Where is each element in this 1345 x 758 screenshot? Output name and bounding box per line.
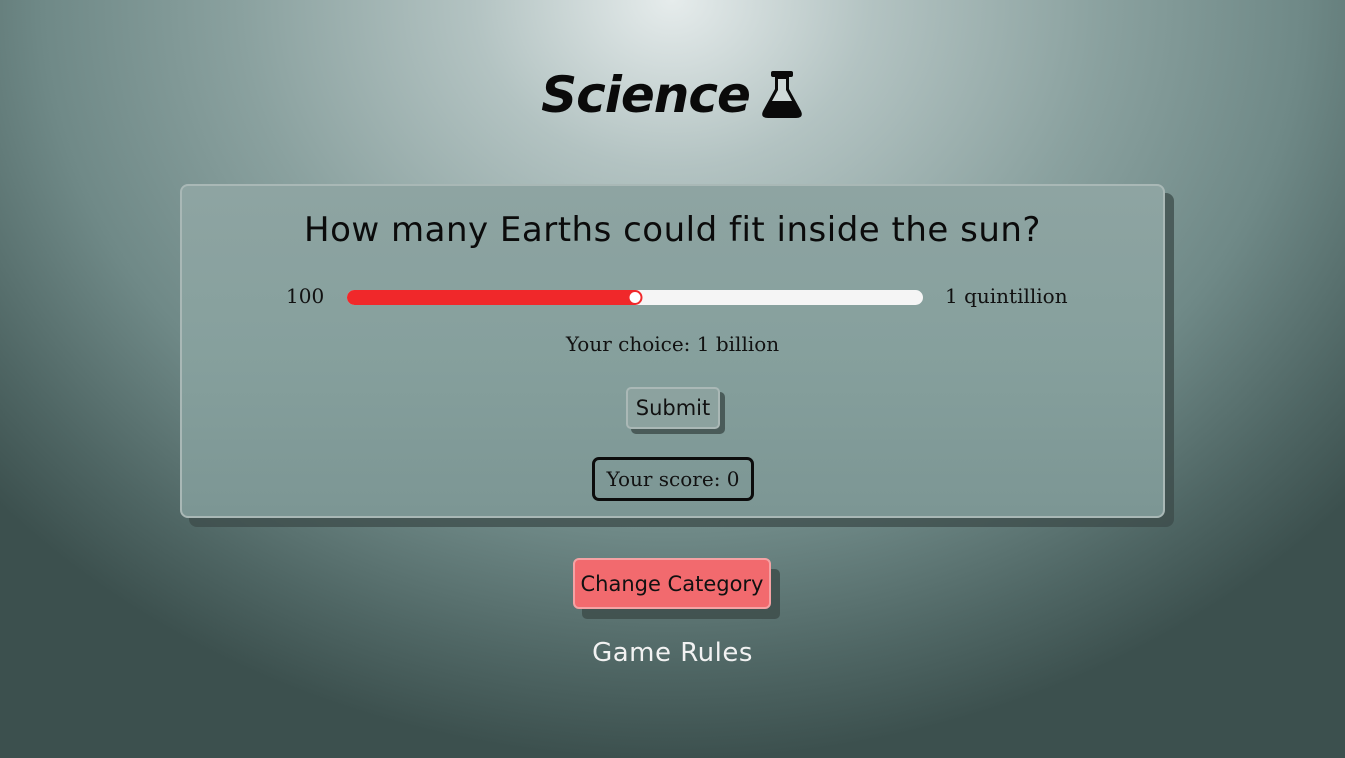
score-display: Your score: 0 xyxy=(592,457,754,501)
slider-thumb[interactable] xyxy=(627,290,643,305)
category-title: Science xyxy=(541,66,751,124)
slider-min-label: 100 xyxy=(286,284,325,308)
slider-fill xyxy=(347,290,635,305)
submit-button[interactable]: Submit xyxy=(626,387,720,429)
flask-icon xyxy=(760,70,804,120)
change-category-button[interactable]: Change Category xyxy=(573,558,771,609)
choice-readout: Your choice: 1 billion xyxy=(565,332,780,356)
question-text: How many Earths could fit inside the sun… xyxy=(304,210,1041,250)
change-category-wrap: Change Category xyxy=(573,558,780,619)
submit-button-wrap: Submit xyxy=(626,387,725,434)
game-rules-link[interactable]: Game Rules xyxy=(0,638,1345,668)
slider-max-label: 1 quintillion xyxy=(945,284,1068,308)
question-card: How many Earths could fit inside the sun… xyxy=(180,184,1165,518)
page-title: Science xyxy=(0,66,1345,124)
answer-slider[interactable] xyxy=(347,290,923,305)
